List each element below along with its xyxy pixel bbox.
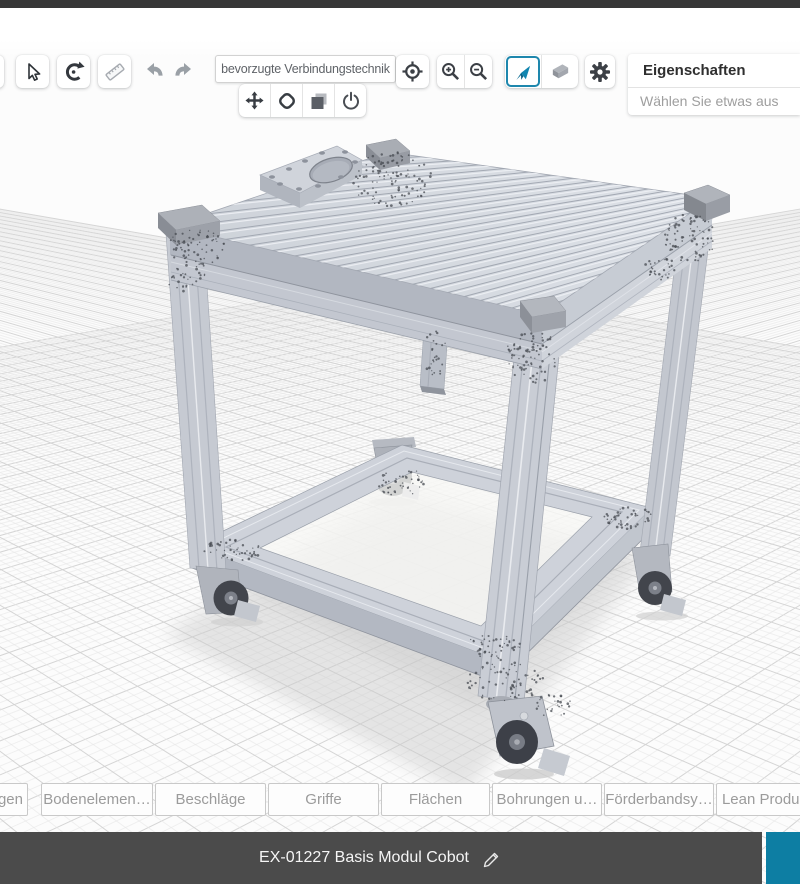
horizon-fade (0, 8, 800, 60)
ruler-icon (103, 60, 127, 84)
solid-block-icon (549, 60, 572, 83)
tab-partial-left[interactable]: ngen (0, 783, 28, 816)
panel-material-button[interactable] (302, 84, 334, 117)
settings-button[interactable] (585, 55, 615, 88)
window-top-bar (0, 0, 800, 8)
connection-type-button[interactable]: bevorzugte Verbindungstechnik (215, 55, 396, 83)
undo-icon (144, 61, 166, 81)
solid-mode-button[interactable] (541, 55, 578, 88)
zoom-out-button[interactable] (464, 55, 492, 88)
stacked-squares-icon (309, 91, 329, 111)
redo-button[interactable] (171, 59, 195, 83)
crosshair-target-icon (401, 60, 424, 83)
power-icon (341, 91, 361, 111)
tab-beschlaege[interactable]: Beschläge (155, 783, 266, 816)
squircle-outline-icon (277, 91, 297, 111)
viewport-3d[interactable] (0, 0, 800, 884)
tab-foerderband[interactable]: Förderbandsy… (604, 783, 714, 816)
properties-panel-title: Eigenschaften (628, 54, 800, 88)
toolbar-edge-button[interactable] (0, 55, 4, 88)
redo-icon (172, 61, 194, 81)
zoom-in-icon (440, 61, 461, 82)
zoom-in-button[interactable] (437, 55, 464, 88)
project-title-block: EX-01227 Basis Modul Cobot (0, 832, 762, 884)
tab-bohrungen[interactable]: Bohrungen u… (492, 783, 602, 816)
fit-connection-button[interactable] (239, 84, 270, 117)
edit-pencil-icon[interactable] (481, 847, 503, 869)
status-bar: EX-01227 Basis Modul Cobot (0, 832, 762, 884)
tab-lean-production[interactable]: Lean Produc… (716, 783, 800, 816)
accent-block[interactable] (766, 832, 800, 884)
wireframe-mode-button[interactable] (505, 55, 541, 88)
profile-shape-button[interactable] (270, 84, 302, 117)
render-mode-group (505, 55, 578, 88)
gear-icon (589, 61, 611, 83)
rotate-icon (63, 61, 85, 83)
cursor-icon (22, 61, 44, 83)
zoom-out-icon (468, 61, 489, 82)
power-toggle-button[interactable] (334, 84, 366, 117)
properties-panel: Eigenschaften Wählen Sie etwas aus (628, 54, 800, 115)
connection-options-group (239, 84, 366, 117)
category-tab-bar: ngen Bodenelemen… Beschläge Griffe Fläch… (0, 783, 800, 818)
properties-panel-hint: Wählen Sie etwas aus (628, 88, 800, 114)
tab-bodenelemente[interactable]: Bodenelemen… (41, 783, 153, 816)
zoom-group (437, 55, 492, 88)
four-arrows-icon (245, 91, 264, 110)
select-tool-button[interactable] (16, 55, 49, 88)
app-window: bevorzugte Verbindungstechnik (0, 0, 800, 884)
tab-griffe[interactable]: Griffe (268, 783, 379, 816)
measure-tool-button[interactable] (98, 55, 131, 88)
center-view-button[interactable] (396, 55, 429, 88)
project-title: EX-01227 Basis Modul Cobot (259, 849, 469, 867)
rotate-tool-button[interactable] (57, 55, 90, 88)
paper-plane-icon (512, 61, 534, 83)
tab-flaechen[interactable]: Flächen (381, 783, 490, 816)
undo-button[interactable] (143, 59, 167, 83)
